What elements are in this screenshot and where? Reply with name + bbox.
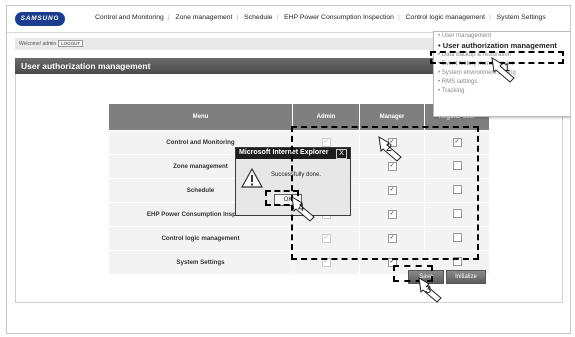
table-row: Control logic management ✓ ✓ [108, 226, 490, 251]
dropdown-item-tracking[interactable]: • Tracking [434, 87, 570, 96]
nav-control-monitoring[interactable]: Control and Monitoring [95, 14, 164, 21]
warning-icon [241, 168, 263, 188]
admin-checkbox: ✓ [321, 138, 331, 147]
initialize-button[interactable]: Initialize [446, 270, 486, 284]
header-admin: Admin [292, 103, 360, 131]
admin-checkbox: ✓ [321, 234, 331, 243]
nav-system-settings[interactable]: System Settings [497, 14, 546, 21]
nav-control-logic[interactable]: Control logic management [406, 14, 485, 21]
welcome-text: Welcome! admin LOGOUT [19, 40, 84, 47]
regular-checkbox[interactable] [452, 233, 462, 242]
regular-checkbox[interactable] [452, 257, 462, 266]
callout-arrow-4 [291, 196, 315, 222]
dialog-titlebar: Microsoft Internet Explorer X [236, 148, 350, 159]
row-menu-label: System Settings [108, 250, 293, 275]
nav-ehp-power[interactable]: EHP Power Consumption Inspection [284, 14, 394, 21]
nav-zone-management[interactable]: Zone management [175, 14, 232, 21]
nav-schedule[interactable]: Schedule [244, 14, 272, 21]
regular-checkbox[interactable] [452, 185, 462, 194]
dialog-close-button[interactable]: X [336, 149, 347, 159]
manager-checkbox[interactable]: ✓ [387, 186, 397, 195]
manager-checkbox[interactable]: ✓ [387, 258, 397, 267]
manager-checkbox[interactable]: ✓ [387, 210, 397, 219]
dropdown-item-user-authorization[interactable]: • User authorization management [434, 41, 570, 51]
header-manager: Manager [359, 103, 425, 131]
manager-checkbox[interactable]: ✓ [387, 234, 397, 243]
dropdown-item-user-management[interactable]: • User management [434, 32, 570, 41]
header-menu: Menu [108, 103, 293, 131]
top-navigation: SAMSUNG Control and Monitoring | Zone man… [7, 6, 570, 33]
main-menu: Control and Monitoring | Zone management |… [95, 14, 546, 21]
callout-number-1: 1 [504, 62, 511, 74]
app-frame: SAMSUNG Control and Monitoring | Zone man… [6, 5, 571, 334]
callout-number-4: 4 [298, 202, 305, 214]
row-menu-label: Control logic management [108, 226, 293, 251]
regular-checkbox[interactable]: ✓ [452, 138, 462, 147]
regular-checkbox[interactable] [452, 161, 462, 170]
admin-checkbox: ✓ [321, 258, 331, 267]
samsung-logo: SAMSUNG [15, 12, 65, 26]
regular-checkbox[interactable] [452, 209, 462, 218]
page-title: User authorization management [21, 61, 151, 71]
callout-arrow-3 [418, 277, 442, 303]
logout-button[interactable]: LOGOUT [58, 40, 84, 47]
dialog-message: Successfully done. [271, 172, 322, 178]
callout-number-2: 2 [386, 142, 393, 154]
callout-number-3: 3 [425, 284, 432, 296]
dialog-title: Microsoft Internet Explorer [239, 149, 329, 156]
